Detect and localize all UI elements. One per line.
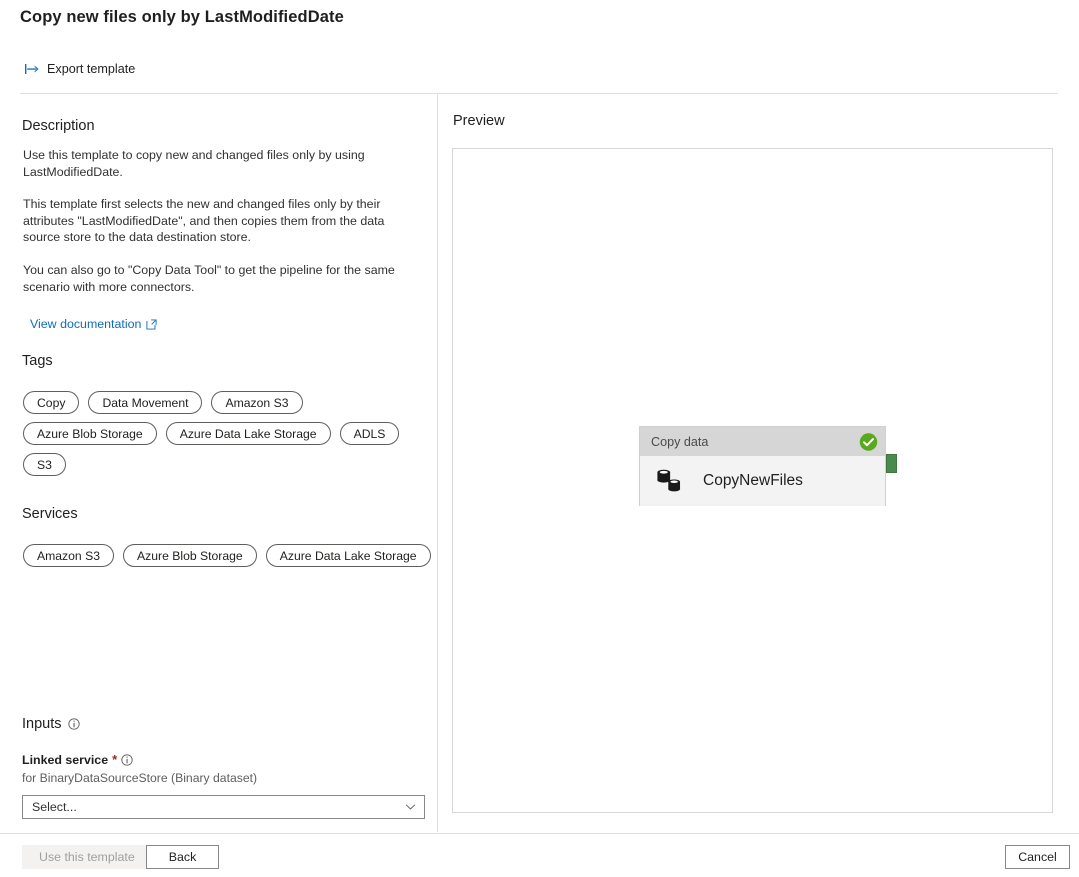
preview-heading: Preview	[453, 113, 505, 129]
view-documentation-label: View documentation	[30, 317, 141, 331]
description-paragraph: This template first selects the new and …	[23, 196, 421, 246]
service-pill: Azure Data Lake Storage	[266, 544, 431, 567]
tag-pill: Copy	[23, 391, 79, 414]
inputs-heading: Inputs	[22, 716, 62, 732]
inputs-heading-row: Inputs	[22, 716, 80, 732]
description-paragraph: You can also go to "Copy Data Tool" to g…	[23, 262, 421, 295]
tags-heading: Tags	[22, 353, 53, 369]
use-this-template-button[interactable]: Use this template	[22, 845, 152, 869]
export-arrow-icon	[24, 62, 40, 76]
tag-pill: S3	[23, 453, 66, 476]
tag-pill: Data Movement	[88, 391, 202, 414]
linked-service-source-dropdown[interactable]: Select...	[22, 795, 425, 819]
export-template-label: Export template	[47, 62, 135, 76]
command-bar: Export template	[0, 55, 1079, 93]
cancel-button[interactable]: Cancel	[1005, 845, 1070, 869]
export-template-button[interactable]: Export template	[22, 58, 141, 80]
pipeline-preview-canvas[interactable]: Copy data	[452, 148, 1053, 813]
template-gallery-detail-page: Copy new files only by LastModifiedDate …	[0, 0, 1079, 877]
footer-bar: Use this template Back Cancel	[0, 834, 1079, 877]
node-type-label: Copy data	[651, 435, 708, 449]
service-pill: Amazon S3	[23, 544, 114, 567]
external-link-icon	[146, 319, 157, 330]
tag-pill: Azure Blob Storage	[23, 422, 157, 445]
linked-service-sublabel: for BinaryDataSourceStore (Binary datase…	[22, 770, 425, 786]
back-button[interactable]: Back	[146, 845, 219, 869]
services-heading: Services	[22, 506, 78, 522]
output-connector-handle[interactable]	[886, 454, 897, 473]
service-pill: Azure Blob Storage	[123, 544, 257, 567]
node-activity-name: CopyNewFiles	[703, 472, 803, 490]
services-list: Amazon S3 Azure Blob Storage Azure Data …	[23, 544, 433, 567]
pipeline-activity-node[interactable]: Copy data	[639, 426, 886, 506]
required-marker: *	[112, 755, 117, 765]
description-body: Use this template to copy new and change…	[23, 147, 421, 311]
description-heading: Description	[22, 118, 95, 134]
tags-list: Copy Data Movement Amazon S3 Azure Blob …	[23, 391, 433, 476]
info-icon[interactable]	[68, 718, 80, 730]
check-circle-icon	[859, 432, 878, 451]
tag-pill: Amazon S3	[211, 391, 302, 414]
database-copy-icon	[656, 468, 685, 494]
page-title: Copy new files only by LastModifiedDate	[20, 8, 344, 27]
description-paragraph: Use this template to copy new and change…	[23, 147, 421, 180]
linked-service-label: Linked service	[22, 752, 108, 768]
info-icon[interactable]	[121, 754, 133, 766]
linked-service-source-field: Linked service * for BinaryDataSourceSto…	[22, 752, 425, 819]
tag-pill: ADLS	[340, 422, 400, 445]
tag-pill: Azure Data Lake Storage	[166, 422, 331, 445]
node-header: Copy data	[640, 427, 885, 456]
view-documentation-link[interactable]: View documentation	[30, 317, 157, 331]
preview-panel: Preview Copy data	[438, 94, 1079, 832]
field-label-row: Linked service *	[22, 752, 425, 768]
node-body: CopyNewFiles	[640, 456, 885, 506]
details-panel: Description Use this template to copy ne…	[0, 94, 437, 832]
dropdown-value: Select...	[32, 800, 77, 814]
